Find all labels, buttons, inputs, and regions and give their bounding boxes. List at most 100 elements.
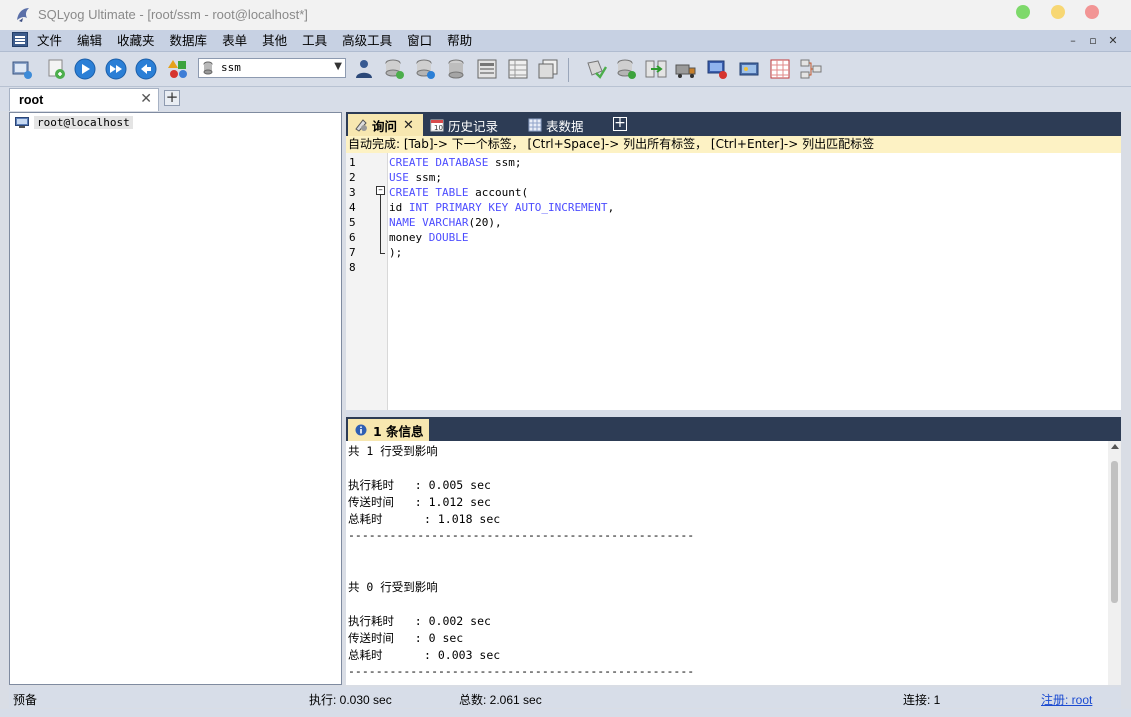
sql-keyword: CREATE TABLE	[389, 186, 469, 199]
message-line: 共 1 行受到影响	[348, 444, 438, 458]
line-number: 7	[349, 246, 356, 259]
sql-keyword: INT PRIMARY KEY AUTO_INCREMENT	[408, 201, 608, 214]
migration-truck-icon[interactable]	[674, 57, 698, 81]
menu-favorites[interactable]: 收藏夹	[117, 32, 155, 49]
tab-table-data[interactable]: 表数据	[522, 114, 608, 136]
code-line[interactable]: );	[389, 246, 402, 259]
data-sync-icon[interactable]	[506, 57, 530, 81]
tree-node-label: root@localhost	[34, 116, 133, 129]
tab-query-label: 询问	[372, 118, 398, 134]
close-window-button[interactable]	[1085, 5, 1099, 19]
status-ready: 预备	[13, 693, 38, 707]
add-query-tab-button[interactable]: +	[613, 116, 627, 131]
line-number: 5	[349, 216, 356, 229]
code-line[interactable]: NAME VARCHAR(20),	[389, 216, 502, 229]
import-database-icon[interactable]	[383, 57, 407, 81]
database-sync-icon[interactable]	[615, 57, 639, 81]
compare-icon[interactable]	[644, 57, 668, 81]
mdi-restore-button[interactable]: ▫	[1083, 33, 1103, 48]
line-number-gutter: – 1 2 3 4 5 6 7 8	[346, 153, 388, 410]
tab-history-label: 历史记录	[448, 118, 499, 134]
user-manager-icon[interactable]	[352, 57, 376, 81]
menu-table[interactable]: 表单	[222, 32, 247, 49]
menu-database[interactable]: 数据库	[170, 32, 208, 49]
chevron-down-icon[interactable]: ▼	[334, 61, 342, 72]
close-icon[interactable]: ✕	[140, 91, 152, 107]
line-number: 6	[349, 231, 356, 244]
query-builder-icon[interactable]	[166, 57, 190, 81]
new-connection-icon[interactable]	[10, 57, 34, 81]
copy-table-icon[interactable]	[536, 57, 560, 81]
query-profiler-icon[interactable]	[799, 57, 823, 81]
execute-all-icon[interactable]	[104, 57, 128, 81]
fold-guide-line	[380, 195, 381, 253]
window-bottom-edge	[0, 709, 1131, 717]
object-browser[interactable]: root@localhost	[9, 112, 342, 685]
close-icon[interactable]: ✕	[403, 118, 414, 133]
code-line[interactable]: CREATE TABLE account(	[389, 186, 528, 199]
info-icon	[355, 424, 367, 436]
code-line[interactable]: id INT PRIMARY KEY AUTO_INCREMENT,	[389, 201, 614, 214]
svg-text:10: 10	[434, 124, 443, 132]
window-title: SQLyog Ultimate - [root/ssm - root@local…	[38, 7, 308, 22]
status-exec-time: 执行: 0.030 sec	[309, 693, 392, 707]
sql-editor[interactable]: – 12345678 CREATE DATABASE ssm; USE ssm; C…	[346, 153, 1121, 410]
code-line[interactable]: USE ssm;	[389, 171, 442, 184]
tree-node-server[interactable]: root@localhost	[15, 116, 133, 129]
menu-other[interactable]: 其他	[262, 32, 287, 49]
stop-query-icon[interactable]	[134, 57, 158, 81]
connection-tab-strip: root ✕ +	[0, 87, 1131, 111]
sql-text: ssm;	[488, 156, 522, 169]
title-bar[interactable]: SQLyog Ultimate - [root/ssm - root@local…	[0, 0, 1131, 30]
message-line: 执行耗时 : 0.005 sec	[348, 478, 491, 492]
code-line[interactable]: CREATE DATABASE ssm;	[389, 156, 521, 169]
scroll-thumb[interactable]	[1111, 461, 1118, 603]
sql-text: account(	[468, 186, 529, 199]
code-line[interactable]: money DOUBLE	[389, 231, 469, 244]
menu-edit[interactable]: 编辑	[77, 32, 102, 49]
register-link[interactable]: 注册: root	[1041, 691, 1092, 708]
notification-services-icon[interactable]	[705, 57, 729, 81]
line-number: 2	[349, 171, 356, 184]
editor-results-splitter[interactable]	[346, 410, 1121, 417]
fold-collapse-icon[interactable]: –	[376, 186, 385, 195]
menu-advanced-tools[interactable]: 高级工具	[342, 32, 392, 49]
add-connection-button[interactable]: +	[164, 90, 180, 106]
line-number: 8	[349, 261, 356, 274]
menu-file[interactable]: 文件	[37, 32, 62, 49]
mdi-controls: – ▫ ✕	[1063, 33, 1123, 48]
menu-help[interactable]: 帮助	[447, 32, 472, 49]
menu-window[interactable]: 窗口	[407, 32, 432, 49]
menu-tools[interactable]: 工具	[302, 32, 327, 49]
autocomplete-hint: 自动完成: [Tab]-> 下一个标签， [Ctrl+Space]-> 列出所有…	[346, 136, 1121, 153]
tab-messages[interactable]: 1 条信息	[348, 419, 429, 441]
message-line: 总耗时 : 1.018 sec	[348, 512, 501, 526]
execute-query-icon[interactable]	[73, 57, 97, 81]
mdi-minimize-button[interactable]: –	[1063, 33, 1083, 48]
export-database-icon[interactable]	[414, 57, 438, 81]
menu-items: 文件 编辑 收藏夹 数据库 表单 其他 工具 高级工具 窗口 帮助	[37, 32, 487, 49]
messages-scrollbar[interactable]	[1108, 441, 1121, 685]
menu-bar: 文件 编辑 收藏夹 数据库 表单 其他 工具 高级工具 窗口 帮助 – ▫ ✕	[0, 30, 1131, 52]
backup-database-icon[interactable]	[444, 57, 468, 81]
schema-sync-icon[interactable]	[475, 57, 499, 81]
line-number: 4	[349, 201, 356, 214]
mdi-document-icon[interactable]	[12, 32, 28, 47]
message-line: 执行耗时 : 0.002 sec	[348, 614, 491, 628]
database-selector[interactable]: ssm ▼	[198, 58, 346, 78]
mdi-close-button[interactable]: ✕	[1103, 33, 1123, 48]
sql-scheduler-icon[interactable]	[737, 57, 761, 81]
schema-designer-icon[interactable]	[768, 57, 792, 81]
line-number: 1	[349, 156, 356, 169]
new-query-icon[interactable]	[44, 57, 68, 81]
minimize-window-button[interactable]	[1051, 5, 1065, 19]
connection-tab-root[interactable]: root ✕	[9, 88, 159, 111]
tab-history[interactable]: 10 历史记录	[424, 114, 520, 136]
maximize-window-button[interactable]	[1016, 5, 1030, 19]
scroll-up-icon[interactable]	[1111, 444, 1119, 449]
sql-keyword: NAME VARCHAR	[389, 216, 469, 229]
messages-content[interactable]: 共 1 行受到影响 执行耗时 : 0.005 sec 传送时间 : 1.012 se…	[346, 441, 1108, 685]
tab-query[interactable]: 询问 ✕	[348, 114, 423, 136]
sql-keyword: USE	[389, 171, 409, 184]
scheduled-job-icon[interactable]	[584, 57, 608, 81]
